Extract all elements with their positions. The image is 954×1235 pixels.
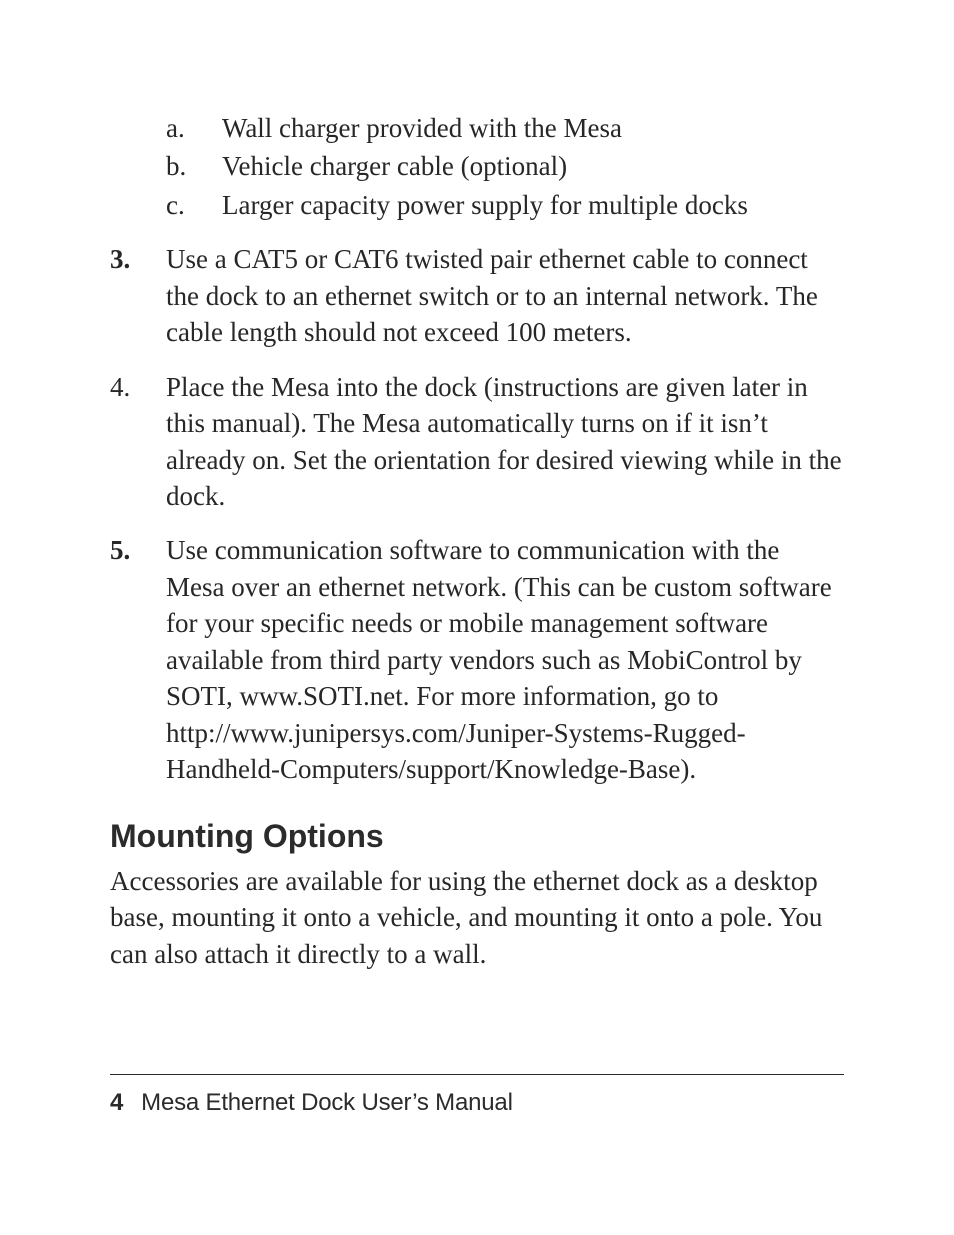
list-item-5: 5. Use communication software to communi… bbox=[110, 532, 844, 787]
list-text: Use communication software to communicat… bbox=[166, 535, 832, 784]
list-text: Larger capacity power supply for multipl… bbox=[222, 190, 748, 220]
sublist-item-c: c. Larger capacity power supply for mult… bbox=[166, 187, 844, 223]
list-text: Vehicle charger cable (optional) bbox=[222, 151, 567, 181]
list-item-4: 4. Place the Mesa into the dock (instruc… bbox=[110, 369, 844, 515]
sublist-item-a: a. Wall charger provided with the Mesa bbox=[166, 110, 844, 146]
list-marker: 4. bbox=[110, 369, 150, 405]
footer-divider bbox=[110, 1074, 844, 1075]
list-marker: b. bbox=[166, 148, 206, 184]
section-paragraph: Accessories are available for using the … bbox=[110, 863, 844, 972]
list-item-3: 3. Use a CAT5 or CAT6 twisted pair ether… bbox=[110, 241, 844, 350]
page-content: a. Wall charger provided with the Mesa b… bbox=[110, 110, 844, 972]
nested-list: a. Wall charger provided with the Mesa b… bbox=[110, 110, 844, 223]
section-heading-mounting-options: Mounting Options bbox=[110, 815, 844, 858]
list-marker: 3. bbox=[110, 241, 150, 277]
footer-text: 4 Mesa Ethernet Dock User’s Manual bbox=[110, 1089, 844, 1117]
manual-title: Mesa Ethernet Dock User’s Manual bbox=[141, 1089, 513, 1116]
list-marker: a. bbox=[166, 110, 206, 146]
numbered-list: 3. Use a CAT5 or CAT6 twisted pair ether… bbox=[110, 241, 844, 787]
list-marker: 5. bbox=[110, 532, 150, 568]
list-text: Place the Mesa into the dock (instructio… bbox=[166, 372, 842, 511]
page-number: 4 bbox=[110, 1089, 123, 1116]
list-text: Use a CAT5 or CAT6 twisted pair ethernet… bbox=[166, 244, 818, 347]
page-footer: 4 Mesa Ethernet Dock User’s Manual bbox=[110, 1074, 844, 1117]
list-text: Wall charger provided with the Mesa bbox=[222, 113, 622, 143]
document-page: a. Wall charger provided with the Mesa b… bbox=[0, 0, 954, 1235]
list-marker: c. bbox=[166, 187, 206, 223]
sublist-item-b: b. Vehicle charger cable (optional) bbox=[166, 148, 844, 184]
